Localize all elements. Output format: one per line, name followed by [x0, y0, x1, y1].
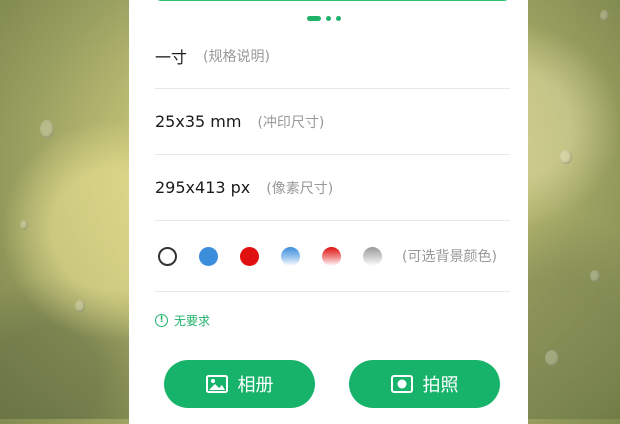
- camera-icon: [390, 375, 413, 393]
- page-dot-active[interactable]: [307, 15, 321, 21]
- print-size-hint: (冲印尺寸): [257, 114, 325, 131]
- camera-button[interactable]: 拍照: [349, 360, 500, 408]
- print-size: 25x35 mm: [155, 112, 242, 131]
- page-indicator: [307, 15, 341, 21]
- raindrop: [545, 350, 559, 366]
- background-color-row: (可选背景颜色): [155, 221, 510, 292]
- swatch-red-gradient[interactable]: [322, 246, 341, 266]
- page-dot[interactable]: [336, 15, 341, 21]
- spec-name: 一寸: [155, 47, 188, 67]
- image-icon: [205, 375, 228, 393]
- requirement-note: ! 无要求: [155, 312, 210, 329]
- pixel-size-hint: (像素尺寸): [266, 180, 334, 197]
- raindrop: [560, 150, 572, 164]
- raindrop: [40, 120, 54, 138]
- swatch-red[interactable]: [240, 246, 259, 266]
- swatch-blue[interactable]: [199, 246, 218, 266]
- raindrop: [75, 300, 85, 312]
- spec-name-hint: (规格说明): [203, 48, 270, 65]
- background-color-hint: (可选背景颜色): [402, 249, 497, 265]
- raindrop: [20, 220, 28, 230]
- pixel-size: 295x413 px: [155, 178, 251, 197]
- album-label: 相册: [237, 375, 274, 396]
- album-button[interactable]: 相册: [164, 360, 315, 408]
- info-icon: !: [155, 314, 168, 327]
- raindrop: [600, 10, 609, 21]
- spec-name-row: 一寸 (规格说明): [155, 23, 510, 89]
- card-top-border: [155, 0, 510, 1]
- requirement-text: 无要求: [174, 314, 211, 328]
- pixel-size-row: 295x413 px (像素尺寸): [155, 155, 510, 221]
- swatch-blue-gradient[interactable]: [281, 246, 300, 266]
- raindrop: [590, 270, 600, 282]
- camera-label: 拍照: [422, 375, 459, 396]
- swatch-white[interactable]: [158, 246, 177, 266]
- swatch-gray-gradient[interactable]: [363, 246, 382, 266]
- print-size-row: 25x35 mm (冲印尺寸): [155, 89, 510, 155]
- page-dot[interactable]: [326, 15, 331, 21]
- id-photo-spec-card: 一寸 (规格说明) 25x35 mm (冲印尺寸) 295x413 px (像素…: [129, 0, 528, 424]
